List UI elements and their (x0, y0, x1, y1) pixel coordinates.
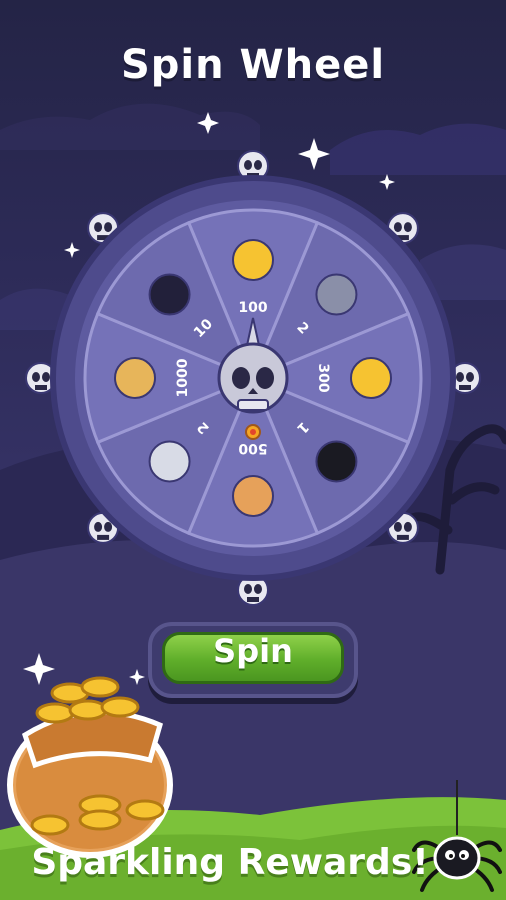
gold-sack-icon (7, 676, 173, 858)
segment-value-label: 1000 (175, 358, 191, 397)
screen-title: Spin Wheel (120, 42, 386, 88)
gem-bomb-icon (148, 273, 191, 316)
axe-icon (315, 273, 358, 316)
segment-value-label: 300 (315, 363, 331, 392)
skull-coin-icon (232, 239, 274, 281)
bottom-banner-text: Sparkling Rewards! (31, 842, 429, 883)
gold-sack-icon (232, 475, 274, 517)
segment-value-label: 100 (238, 300, 267, 316)
treasure-scroll-icon (114, 357, 156, 399)
cloud-shape (0, 103, 260, 150)
coin-stack-icon (350, 357, 392, 399)
segment-value-label: 500 (238, 440, 267, 456)
crossed-daggers-icon (148, 440, 191, 483)
bomb-icon (315, 440, 358, 483)
spin-wheel-screen: Spin Wheel 100 2 300 1 500 2 1000 10 Spi… (0, 0, 506, 900)
